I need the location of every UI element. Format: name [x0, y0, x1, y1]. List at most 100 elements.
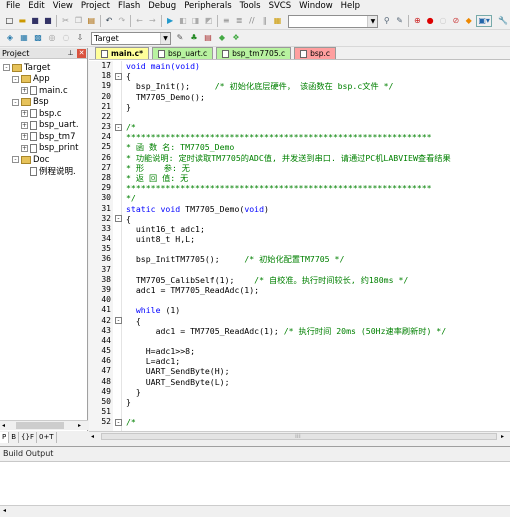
tree-item-file[interactable]: + bsp_print [21, 143, 78, 154]
tree-item-file[interactable]: 例程说明. [21, 166, 76, 177]
scroll-right-icon[interactable]: ▸ [78, 421, 81, 430]
new-file-icon[interactable]: □ [4, 15, 15, 27]
expander-icon[interactable]: + [21, 133, 28, 140]
save-icon[interactable]: ■ [30, 15, 41, 27]
tree-item-folder[interactable]: - Doc [12, 154, 49, 165]
comment-icon[interactable]: // [246, 15, 257, 27]
fold-toggle-icon[interactable]: - [115, 123, 122, 131]
paste-icon[interactable]: ▤ [86, 15, 97, 27]
expander-icon[interactable]: - [12, 98, 19, 106]
file-tab[interactable]: bsp_uart.c [152, 47, 214, 59]
scroll-left-icon[interactable]: ◂ [3, 506, 6, 515]
scroll-thumb[interactable] [16, 422, 64, 429]
tree-item-folder[interactable]: - App [12, 74, 50, 85]
chevron-down-icon[interactable]: ▼ [367, 15, 378, 27]
find-combo[interactable]: ▼ [287, 14, 379, 28]
menu-item-help[interactable]: Help [337, 0, 364, 13]
bookmark-toggle-icon[interactable]: ▶ [165, 15, 176, 27]
file-tab[interactable]: bsp.c [294, 47, 337, 59]
open-folder-icon[interactable]: ▬ [17, 15, 28, 27]
tree-item-folder[interactable]: - Bsp [12, 97, 49, 108]
chevron-down-icon[interactable]: ▼ [160, 32, 170, 44]
tree-item-file[interactable]: + bsp_uart. [21, 120, 79, 131]
menu-item-project[interactable]: Project [77, 0, 114, 13]
menu-item-flash[interactable]: Flash [114, 0, 144, 13]
expander-icon[interactable]: - [3, 64, 10, 71]
tree-item-file[interactable]: + bsp_tm7 [21, 131, 76, 142]
target-select[interactable]: Target ▼ [91, 31, 171, 45]
close-icon[interactable]: ✕ [77, 49, 86, 58]
batch-build-icon[interactable]: ◎ [46, 32, 58, 44]
translate-icon[interactable]: ◈ [4, 32, 16, 44]
save-all-icon[interactable]: ■ [42, 15, 53, 27]
pin-icon[interactable]: ⊥ [66, 49, 75, 58]
menu-item-window[interactable]: Window [295, 0, 337, 13]
fold-toggle-icon[interactable]: - [115, 72, 122, 80]
find-in-files-icon[interactable]: ▦ [272, 15, 283, 27]
breakpoint-clear-icon[interactable]: ◆ [463, 15, 474, 27]
panel-tab[interactable]: {}F [19, 431, 37, 443]
bookmark-next-icon[interactable]: ◨ [190, 15, 201, 27]
build-output-scrollbar[interactable]: ◂ [0, 505, 510, 515]
breakpoint-disable-icon[interactable]: ○ [438, 15, 449, 27]
undo-icon[interactable]: ↶ [104, 15, 115, 27]
configure-icon[interactable]: 🔧 [497, 15, 509, 27]
menu-item-svcs[interactable]: SVCS [265, 0, 296, 13]
run-time-environment-icon[interactable]: ❖ [230, 32, 242, 44]
panel-tab[interactable]: B [9, 431, 20, 443]
redo-icon[interactable]: ↷ [116, 15, 127, 27]
breakpoint-icon[interactable]: ● [425, 15, 436, 27]
bookmark-clear-icon[interactable]: ◩ [203, 15, 214, 27]
cut-icon[interactable]: ✂ [60, 15, 71, 27]
file-extensions-icon[interactable]: ♣ [188, 32, 200, 44]
code-view[interactable]: 17 void main(void) 18-{19 bsp_Init(); /* 初… [89, 61, 510, 431]
rebuild-icon[interactable]: ▩ [32, 32, 44, 44]
nav-forward-icon[interactable]: → [147, 15, 158, 27]
find-icon[interactable]: ⚲ [381, 15, 392, 27]
bookmark-prev-icon[interactable]: ◧ [177, 15, 188, 27]
build-icon[interactable]: ▦ [18, 32, 30, 44]
debug-session-icon[interactable]: ⊕ [412, 15, 423, 27]
tree-item-folder[interactable]: - Target [3, 62, 50, 73]
menu-item-tools[interactable]: Tools [236, 0, 265, 13]
expander-icon[interactable]: - [12, 156, 19, 163]
menu-item-file[interactable]: File [2, 0, 24, 13]
panel-tab[interactable]: P [0, 431, 10, 443]
nav-back-icon[interactable]: ← [134, 15, 145, 27]
file-tab[interactable]: bsp_tm7705.c [216, 47, 292, 59]
select-packs-icon[interactable]: ◆ [216, 32, 228, 44]
fold-toggle-icon[interactable]: - [115, 418, 122, 426]
scroll-left-icon[interactable]: ◂ [2, 421, 5, 430]
file-tab[interactable]: main.c* [95, 47, 150, 59]
fold-toggle-icon[interactable]: - [115, 317, 122, 324]
breakpoint-kill-icon[interactable]: ⊘ [450, 15, 461, 27]
unindent-icon[interactable]: ≣ [234, 15, 245, 27]
window-layout-icon[interactable]: ▣▾ [476, 15, 493, 27]
editor-scrollbar[interactable]: ◂ ⁞⁞⁞ ▸ [89, 431, 510, 441]
expander-icon[interactable]: + [21, 144, 28, 152]
scroll-right-icon[interactable]: ▸ [501, 432, 504, 441]
menu-item-debug[interactable]: Debug [144, 0, 180, 13]
expander-icon[interactable]: + [21, 121, 28, 129]
fold-toggle-icon[interactable]: - [115, 215, 122, 223]
stop-build-icon[interactable]: ◌ [60, 32, 72, 44]
project-tree-scrollbar[interactable]: ◂ ▸ [0, 420, 88, 430]
target-options-icon[interactable]: ✎ [174, 32, 186, 44]
scroll-left-icon[interactable]: ◂ [91, 432, 94, 441]
panel-tab[interactable]: 0+T [37, 431, 57, 443]
incremental-find-icon[interactable]: ✎ [394, 15, 405, 27]
download-icon[interactable]: ⇩ [74, 32, 86, 44]
tree-item-file[interactable]: + bsp.c [21, 108, 62, 119]
expander-icon[interactable]: - [12, 75, 19, 83]
menu-item-view[interactable]: View [49, 0, 77, 13]
uncomment-icon[interactable]: ∥ [259, 15, 270, 27]
tree-item-file[interactable]: + main.c [21, 85, 68, 96]
manage-project-icon[interactable]: ▤ [202, 32, 214, 44]
indent-icon[interactable]: ≡ [221, 15, 232, 27]
expander-icon[interactable]: + [21, 87, 28, 94]
menu-item-peripherals[interactable]: Peripherals [180, 0, 235, 13]
build-output-text[interactable] [0, 461, 510, 505]
expander-icon[interactable]: + [21, 110, 28, 117]
copy-icon[interactable]: ❐ [73, 15, 84, 27]
menu-item-edit[interactable]: Edit [24, 0, 48, 13]
